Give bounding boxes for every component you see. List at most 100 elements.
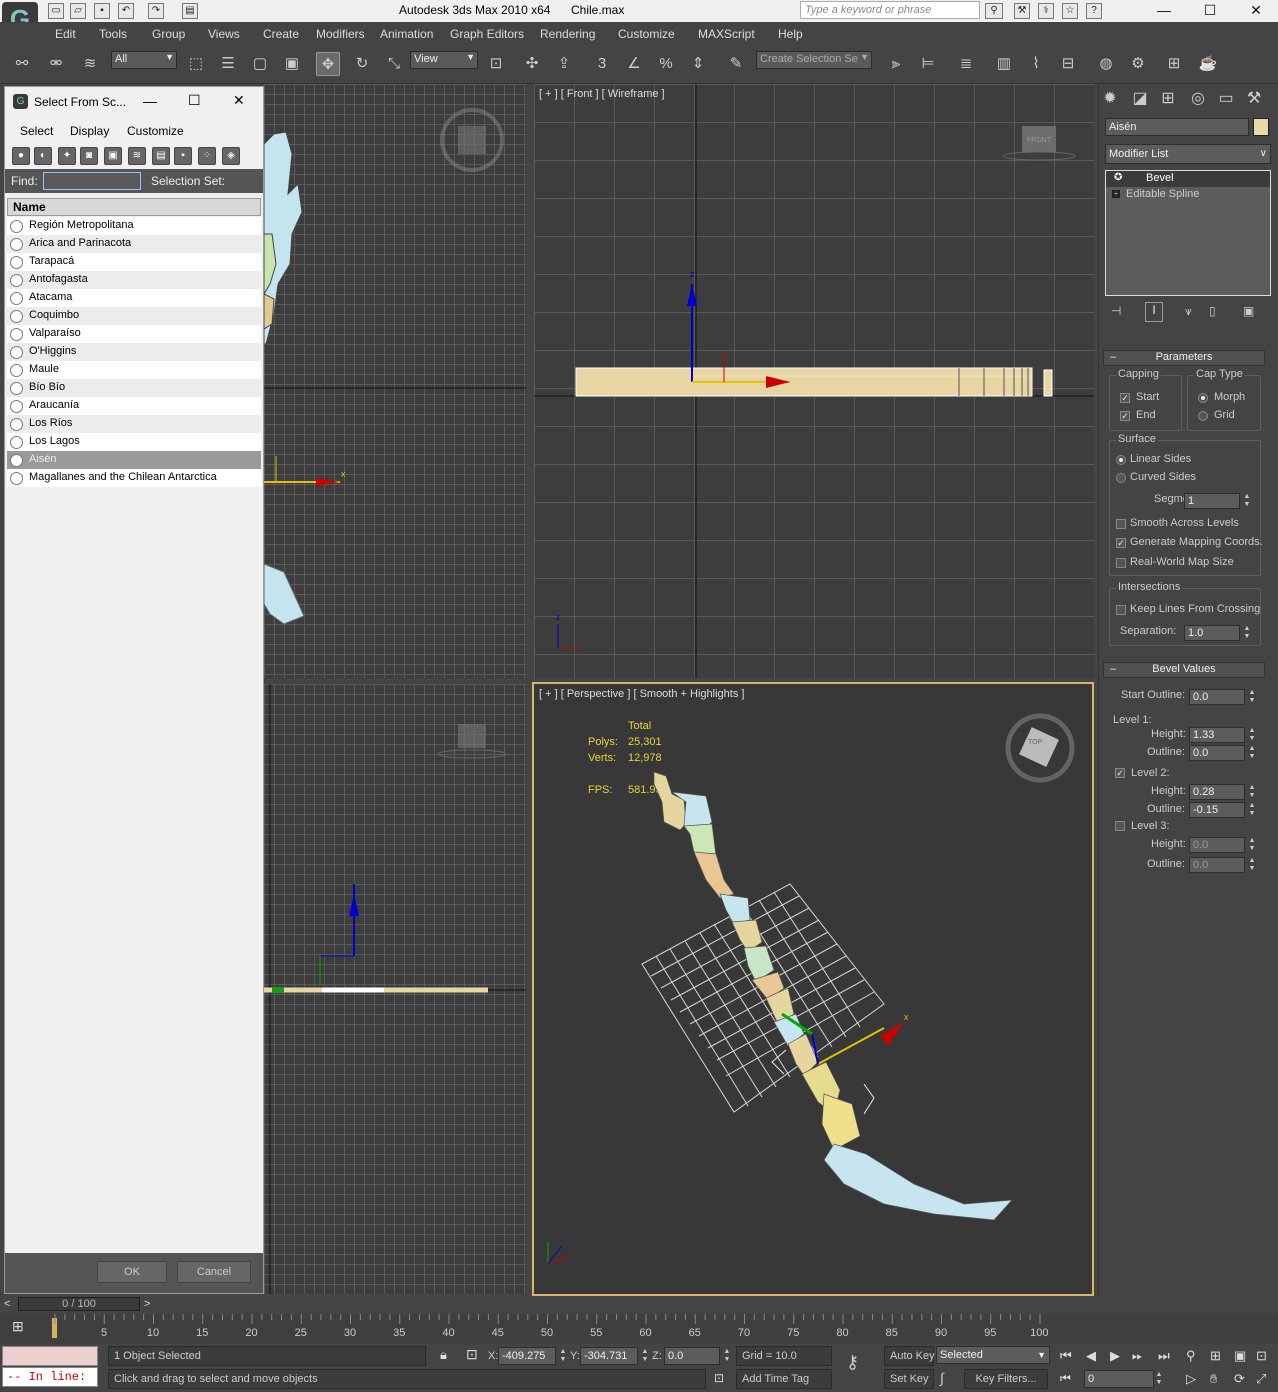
- auto-key-button[interactable]: Auto Key: [884, 1346, 935, 1366]
- list-item[interactable]: Arica and Parinacota: [7, 235, 261, 253]
- name-column-header[interactable]: Name: [7, 198, 261, 216]
- cancel-button[interactable]: Cancel: [177, 1261, 251, 1283]
- dialog-maximize-button[interactable]: ☐: [188, 92, 201, 109]
- motion-tab-icon[interactable]: ◎: [1187, 88, 1209, 110]
- render-setup-icon[interactable]: ⚙: [1126, 52, 1150, 76]
- snaps-toggle-icon[interactable]: 3: [590, 52, 614, 76]
- go-to-end-icon[interactable]: ⏭: [1158, 1348, 1170, 1364]
- quick-render-teapot-icon[interactable]: ☕: [1196, 52, 1220, 76]
- y-spinner[interactable]: ▲ ▼: [640, 1348, 650, 1364]
- key-mode-toggle-icon[interactable]: ⏮: [1060, 1371, 1071, 1386]
- cameras-filter-icon[interactable]: ◙: [80, 147, 98, 165]
- parameters-rollout-header[interactable]: – Parameters: [1103, 350, 1265, 366]
- geometry-filter-icon[interactable]: ●: [12, 147, 30, 165]
- communication-center-icon[interactable]: ⚒: [1014, 3, 1030, 19]
- pin-stack-icon[interactable]: ⊣: [1111, 304, 1121, 318]
- level1-outline-field[interactable]: 0.0: [1189, 745, 1245, 761]
- next-frame-icon[interactable]: ⏩︎: [1132, 1348, 1142, 1364]
- play-icon[interactable]: ▶︎: [1110, 1348, 1120, 1364]
- viewport-perspective[interactable]: [ + ] [ Perspective ] [ Smooth + Highlig…: [532, 682, 1094, 1296]
- level2-outline-spinner[interactable]: ▲ ▼: [1247, 802, 1257, 818]
- start-outline-field[interactable]: 0.0: [1189, 689, 1245, 705]
- absolute-mode-icon[interactable]: ⊡: [466, 1346, 478, 1363]
- list-item[interactable]: Los Ríos: [7, 415, 261, 433]
- modify-tab-icon[interactable]: ◪: [1129, 88, 1151, 110]
- zoom-icon[interactable]: ⚲: [1186, 1348, 1196, 1364]
- menu-rendering[interactable]: Rendering: [540, 27, 595, 41]
- schematic-view-icon[interactable]: ⊟: [1056, 52, 1080, 76]
- save-file-icon[interactable]: ▪: [94, 3, 110, 19]
- mirror-icon[interactable]: ⫸: [884, 52, 908, 76]
- segments-field[interactable]: 1: [1184, 493, 1240, 509]
- level1-height-field[interactable]: 1.33: [1189, 727, 1245, 743]
- track-bar[interactable]: ⊞ 5 10 15 20 25 30 35 40 45 50 55 60 65 70 75 80 85 90 95 1…: [0, 1314, 1278, 1344]
- minimize-button[interactable]: —: [1142, 0, 1186, 22]
- window-crossing-icon[interactable]: ▣: [280, 52, 304, 76]
- cap-start-checkbox[interactable]: ✓: [1120, 393, 1130, 403]
- select-and-manipulate-icon[interactable]: ✣: [520, 52, 544, 76]
- spacewarps-filter-icon[interactable]: ≋: [128, 147, 146, 165]
- find-input[interactable]: [43, 172, 141, 190]
- front-view-cube-label[interactable]: FRONT: [1027, 137, 1052, 144]
- redo-icon[interactable]: ↷: [148, 3, 164, 19]
- spinner-snap-icon[interactable]: ⇕: [686, 52, 710, 76]
- make-unique-icon[interactable]: ⩛: [1185, 304, 1192, 319]
- modifier-list-dropdown[interactable]: Modifier List ∨: [1105, 144, 1271, 164]
- viewport-top[interactable]: x: [264, 84, 526, 678]
- ok-button[interactable]: OK: [97, 1261, 167, 1283]
- search-input[interactable]: Type a keyword or phrase: [800, 1, 980, 19]
- menu-create[interactable]: Create: [263, 27, 299, 41]
- maxscript-mini-listener[interactable]: -- In line:: [2, 1367, 98, 1387]
- level3-outline-spinner[interactable]: ▲ ▼: [1247, 857, 1257, 873]
- menu-animation[interactable]: Animation: [380, 27, 433, 41]
- set-key-button[interactable]: Set Key: [884, 1369, 934, 1389]
- angle-snap-icon[interactable]: ∠: [622, 52, 646, 76]
- keyboard-shortcut-override-icon[interactable]: ⇪: [552, 52, 576, 76]
- zoom-extents-icon[interactable]: ▣: [1234, 1348, 1246, 1364]
- smooth-across-levels-checkbox[interactable]: [1116, 519, 1126, 529]
- selection-filter-dropdown[interactable]: All ▼: [111, 51, 177, 69]
- menu-customize[interactable]: Customize: [618, 27, 675, 41]
- bones-filter-icon[interactable]: ⁘: [198, 147, 216, 165]
- new-file-icon[interactable]: ▭: [48, 3, 64, 19]
- cap-morph-radio[interactable]: [1198, 393, 1208, 403]
- current-frame-field[interactable]: 0: [1084, 1370, 1154, 1388]
- zoom-all-icon[interactable]: ⊞: [1210, 1348, 1221, 1364]
- menu-maxscript[interactable]: MAXScript: [698, 27, 755, 41]
- list-item[interactable]: Maule: [7, 361, 261, 379]
- subscription-icon[interactable]: ⚕: [1038, 3, 1054, 19]
- open-file-icon[interactable]: ▱: [70, 3, 86, 19]
- undo-icon[interactable]: ↶: [118, 3, 134, 19]
- curved-sides-radio[interactable]: [1116, 473, 1126, 483]
- align-icon[interactable]: ⊨: [916, 52, 940, 76]
- named-selection-set-dropdown[interactable]: Create Selection Se ▼: [756, 51, 872, 69]
- start-outline-spinner[interactable]: ▲ ▼: [1247, 689, 1257, 705]
- unlink-icon[interactable]: ⚮: [44, 52, 68, 76]
- select-and-rotate-icon[interactable]: ↻: [350, 52, 374, 76]
- list-item[interactable]: Los Lagos: [7, 433, 261, 451]
- hierarchy-tab-icon[interactable]: ⊞: [1157, 88, 1179, 110]
- menu-views[interactable]: Views: [208, 27, 240, 41]
- set-key-icon[interactable]: ⚷: [846, 1352, 859, 1373]
- time-slider-thumb[interactable]: 0 / 100: [18, 1297, 140, 1311]
- remove-modifier-icon[interactable]: ▯: [1209, 304, 1216, 318]
- display-tab-icon[interactable]: ▭: [1215, 88, 1237, 110]
- menu-help[interactable]: Help: [778, 27, 803, 41]
- x-spinner[interactable]: ▲ ▼: [558, 1348, 568, 1364]
- menu-edit[interactable]: Edit: [55, 27, 76, 41]
- separation-field[interactable]: 1.0: [1184, 625, 1240, 641]
- curve-editor-icon[interactable]: ⌇: [1024, 52, 1048, 76]
- level1-height-spinner[interactable]: ▲ ▼: [1247, 727, 1257, 743]
- dialog-menu-display[interactable]: Display: [70, 124, 109, 138]
- object-color-swatch[interactable]: [1253, 118, 1269, 136]
- menu-tools[interactable]: Tools: [99, 27, 127, 41]
- edit-named-selection-icon[interactable]: ✎: [724, 52, 748, 76]
- layer-manager-icon[interactable]: ≣: [954, 52, 978, 76]
- link-icon[interactable]: ⚯: [10, 52, 34, 76]
- orbit-icon[interactable]: ⟳: [1234, 1371, 1245, 1387]
- list-item[interactable]: O'Higgins: [7, 343, 261, 361]
- level3-outline-field[interactable]: 0.0: [1189, 857, 1245, 873]
- percent-snap-icon[interactable]: %: [654, 52, 678, 76]
- key-mode-dropdown[interactable]: Selected ▼: [936, 1346, 1050, 1364]
- segments-spinner[interactable]: ▲ ▼: [1242, 493, 1252, 509]
